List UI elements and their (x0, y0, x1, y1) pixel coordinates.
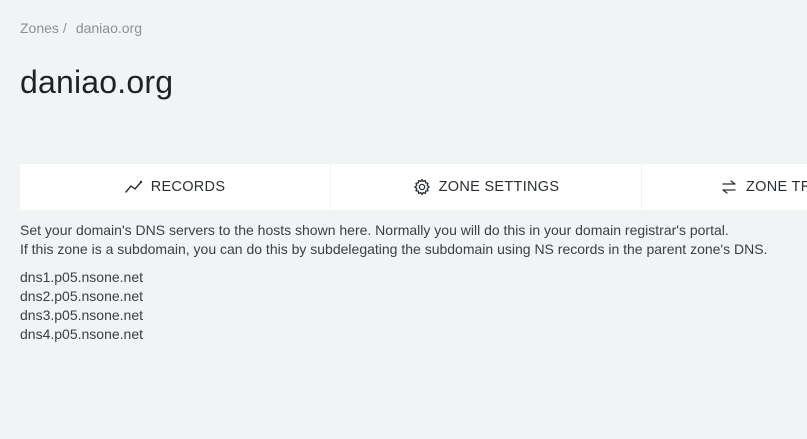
tab-zone-settings[interactable]: ZONE SETTINGS (331, 164, 641, 210)
tab-records-label: RECORDS (150, 179, 226, 195)
breadcrumb: Zones / daniao.org (20, 20, 142, 36)
zone-tabs: RECORDS ZONE SETTINGS ZONE TR (20, 164, 807, 210)
page-title: daniao.org (20, 64, 174, 100)
nameserver-instructions: Set your domain's DNS servers to the hos… (20, 221, 767, 259)
instructions-line-2: If this zone is a subdomain, you can do … (20, 241, 768, 257)
chart-line-icon (124, 180, 143, 194)
breadcrumb-separator: / (62, 20, 67, 36)
nameserver-item: dns4.p05.nsone.net (20, 326, 143, 342)
gear-icon (413, 178, 431, 196)
instructions-line-1: Set your domain's DNS servers to the hos… (20, 222, 729, 238)
nameserver-item: dns1.p05.nsone.net (20, 269, 143, 285)
transfer-arrows-icon (720, 180, 738, 194)
breadcrumb-zones-link[interactable]: Zones (20, 20, 59, 36)
tab-zone-transfer-label: ZONE TR (746, 179, 807, 195)
nameserver-item: dns3.p05.nsone.net (20, 307, 143, 323)
tab-records[interactable]: RECORDS (20, 164, 330, 210)
tab-zone-transfer[interactable]: ZONE TR (642, 164, 807, 210)
nameserver-list: dns1.p05.nsone.net dns2.p05.nsone.net dn… (20, 268, 143, 344)
tab-zone-settings-label: ZONE SETTINGS (438, 179, 560, 195)
breadcrumb-current: daniao.org (75, 20, 142, 36)
nameserver-item: dns2.p05.nsone.net (20, 288, 143, 304)
